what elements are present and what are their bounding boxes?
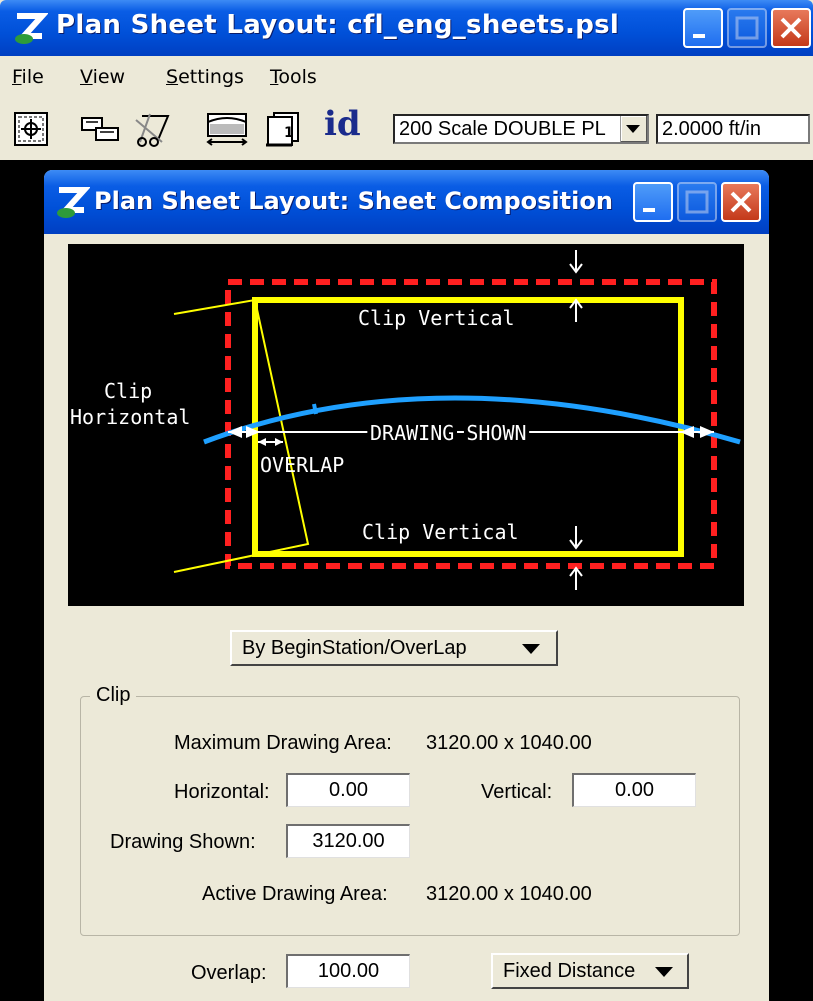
sheet-type-combo[interactable]: 200 Scale DOUBLE PL bbox=[393, 114, 649, 144]
close-button[interactable] bbox=[771, 8, 811, 48]
clip-group-label: Clip bbox=[90, 684, 137, 707]
main-window: Plan Sheet Layout: cfl_eng_sheets.psl Fi… bbox=[0, 0, 813, 160]
scale-value: 2.0000 ft/in bbox=[662, 118, 761, 140]
dialog-title: Plan Sheet Layout: Sheet Composition bbox=[94, 187, 613, 215]
sheet-composition-diagram: Clip Vertical Clip Vertical Clip Horizon… bbox=[68, 244, 744, 606]
drawing-shown-label: Drawing Shown: bbox=[110, 831, 256, 853]
dialog-close-button[interactable] bbox=[721, 182, 761, 222]
horizontal-input[interactable]: 0.00 bbox=[286, 773, 410, 807]
menu-file[interactable]: File bbox=[12, 66, 44, 88]
label-clip: Clip bbox=[104, 379, 152, 403]
vertical-input[interactable]: 0.00 bbox=[572, 773, 696, 807]
svg-text:1: 1 bbox=[284, 125, 294, 141]
main-title-bar[interactable]: Plan Sheet Layout: cfl_eng_sheets.psl bbox=[0, 0, 813, 56]
locate-target-icon[interactable] bbox=[12, 110, 52, 148]
drawing-shown-input[interactable]: 3120.00 bbox=[286, 824, 410, 858]
measure-sheet-icon[interactable] bbox=[204, 110, 252, 148]
app-logo-icon bbox=[15, 13, 48, 44]
toolbar: 1 id 200 Scale DOUBLE PL 2.0000 ft/in bbox=[0, 98, 813, 160]
dialog-maximize-button[interactable] bbox=[677, 182, 717, 222]
app-logo-icon bbox=[57, 187, 90, 218]
layout-mode-value: By BeginStation/OverLap bbox=[242, 637, 467, 659]
label-horizontal: Horizontal bbox=[70, 405, 190, 429]
label-clip-vertical-top: Clip Vertical bbox=[358, 306, 515, 330]
label-clip-vertical-bottom: Clip Vertical bbox=[362, 520, 519, 544]
menu-tools[interactable]: Tools bbox=[270, 66, 317, 88]
overlap-input[interactable]: 100.00 bbox=[286, 954, 410, 988]
horizontal-label: Horizontal: bbox=[174, 781, 270, 803]
label-overlap: OVERLAP bbox=[260, 453, 344, 477]
active-area-value: 3120.00 x 1040.00 bbox=[426, 883, 592, 905]
minimize-button[interactable] bbox=[683, 8, 723, 48]
id-tool-button[interactable]: id bbox=[324, 104, 361, 144]
dialog-minimize-button[interactable] bbox=[633, 182, 673, 222]
max-area-label: Maximum Drawing Area: bbox=[174, 732, 392, 754]
dialog-title-bar[interactable]: Plan Sheet Layout: Sheet Composition bbox=[44, 170, 769, 234]
sheet-stack-icon[interactable]: 1 bbox=[262, 110, 306, 148]
chevron-down-icon bbox=[655, 967, 673, 977]
overlap-mode-dropdown[interactable]: Fixed Distance bbox=[491, 953, 689, 989]
sheet-type-value: 200 Scale DOUBLE PL bbox=[399, 118, 606, 140]
menu-settings[interactable]: Settings bbox=[166, 66, 244, 88]
sheet-composition-dialog: Plan Sheet Layout: Sheet Composition Cli… bbox=[44, 170, 769, 1001]
overlap-mode-value: Fixed Distance bbox=[503, 960, 636, 982]
sheet-link-icon[interactable] bbox=[78, 110, 122, 148]
overlap-label: Overlap: bbox=[191, 962, 267, 984]
active-area-label: Active Drawing Area: bbox=[202, 883, 388, 905]
menu-bar: File View Settings Tools bbox=[0, 56, 813, 98]
layout-mode-dropdown[interactable]: By BeginStation/OverLap bbox=[230, 630, 558, 666]
main-window-title: Plan Sheet Layout: cfl_eng_sheets.psl bbox=[56, 10, 620, 40]
cut-sheet-icon[interactable] bbox=[132, 110, 180, 148]
chevron-down-icon bbox=[522, 644, 540, 654]
vertical-label: Vertical: bbox=[481, 781, 553, 803]
label-drawing-shown: DRAWING SHOWN bbox=[370, 421, 527, 445]
maximize-button[interactable] bbox=[727, 8, 767, 48]
chevron-down-icon[interactable] bbox=[620, 116, 647, 142]
menu-view[interactable]: View bbox=[80, 66, 125, 88]
max-area-value: 3120.00 x 1040.00 bbox=[426, 732, 592, 754]
scale-field[interactable]: 2.0000 ft/in bbox=[656, 114, 810, 144]
